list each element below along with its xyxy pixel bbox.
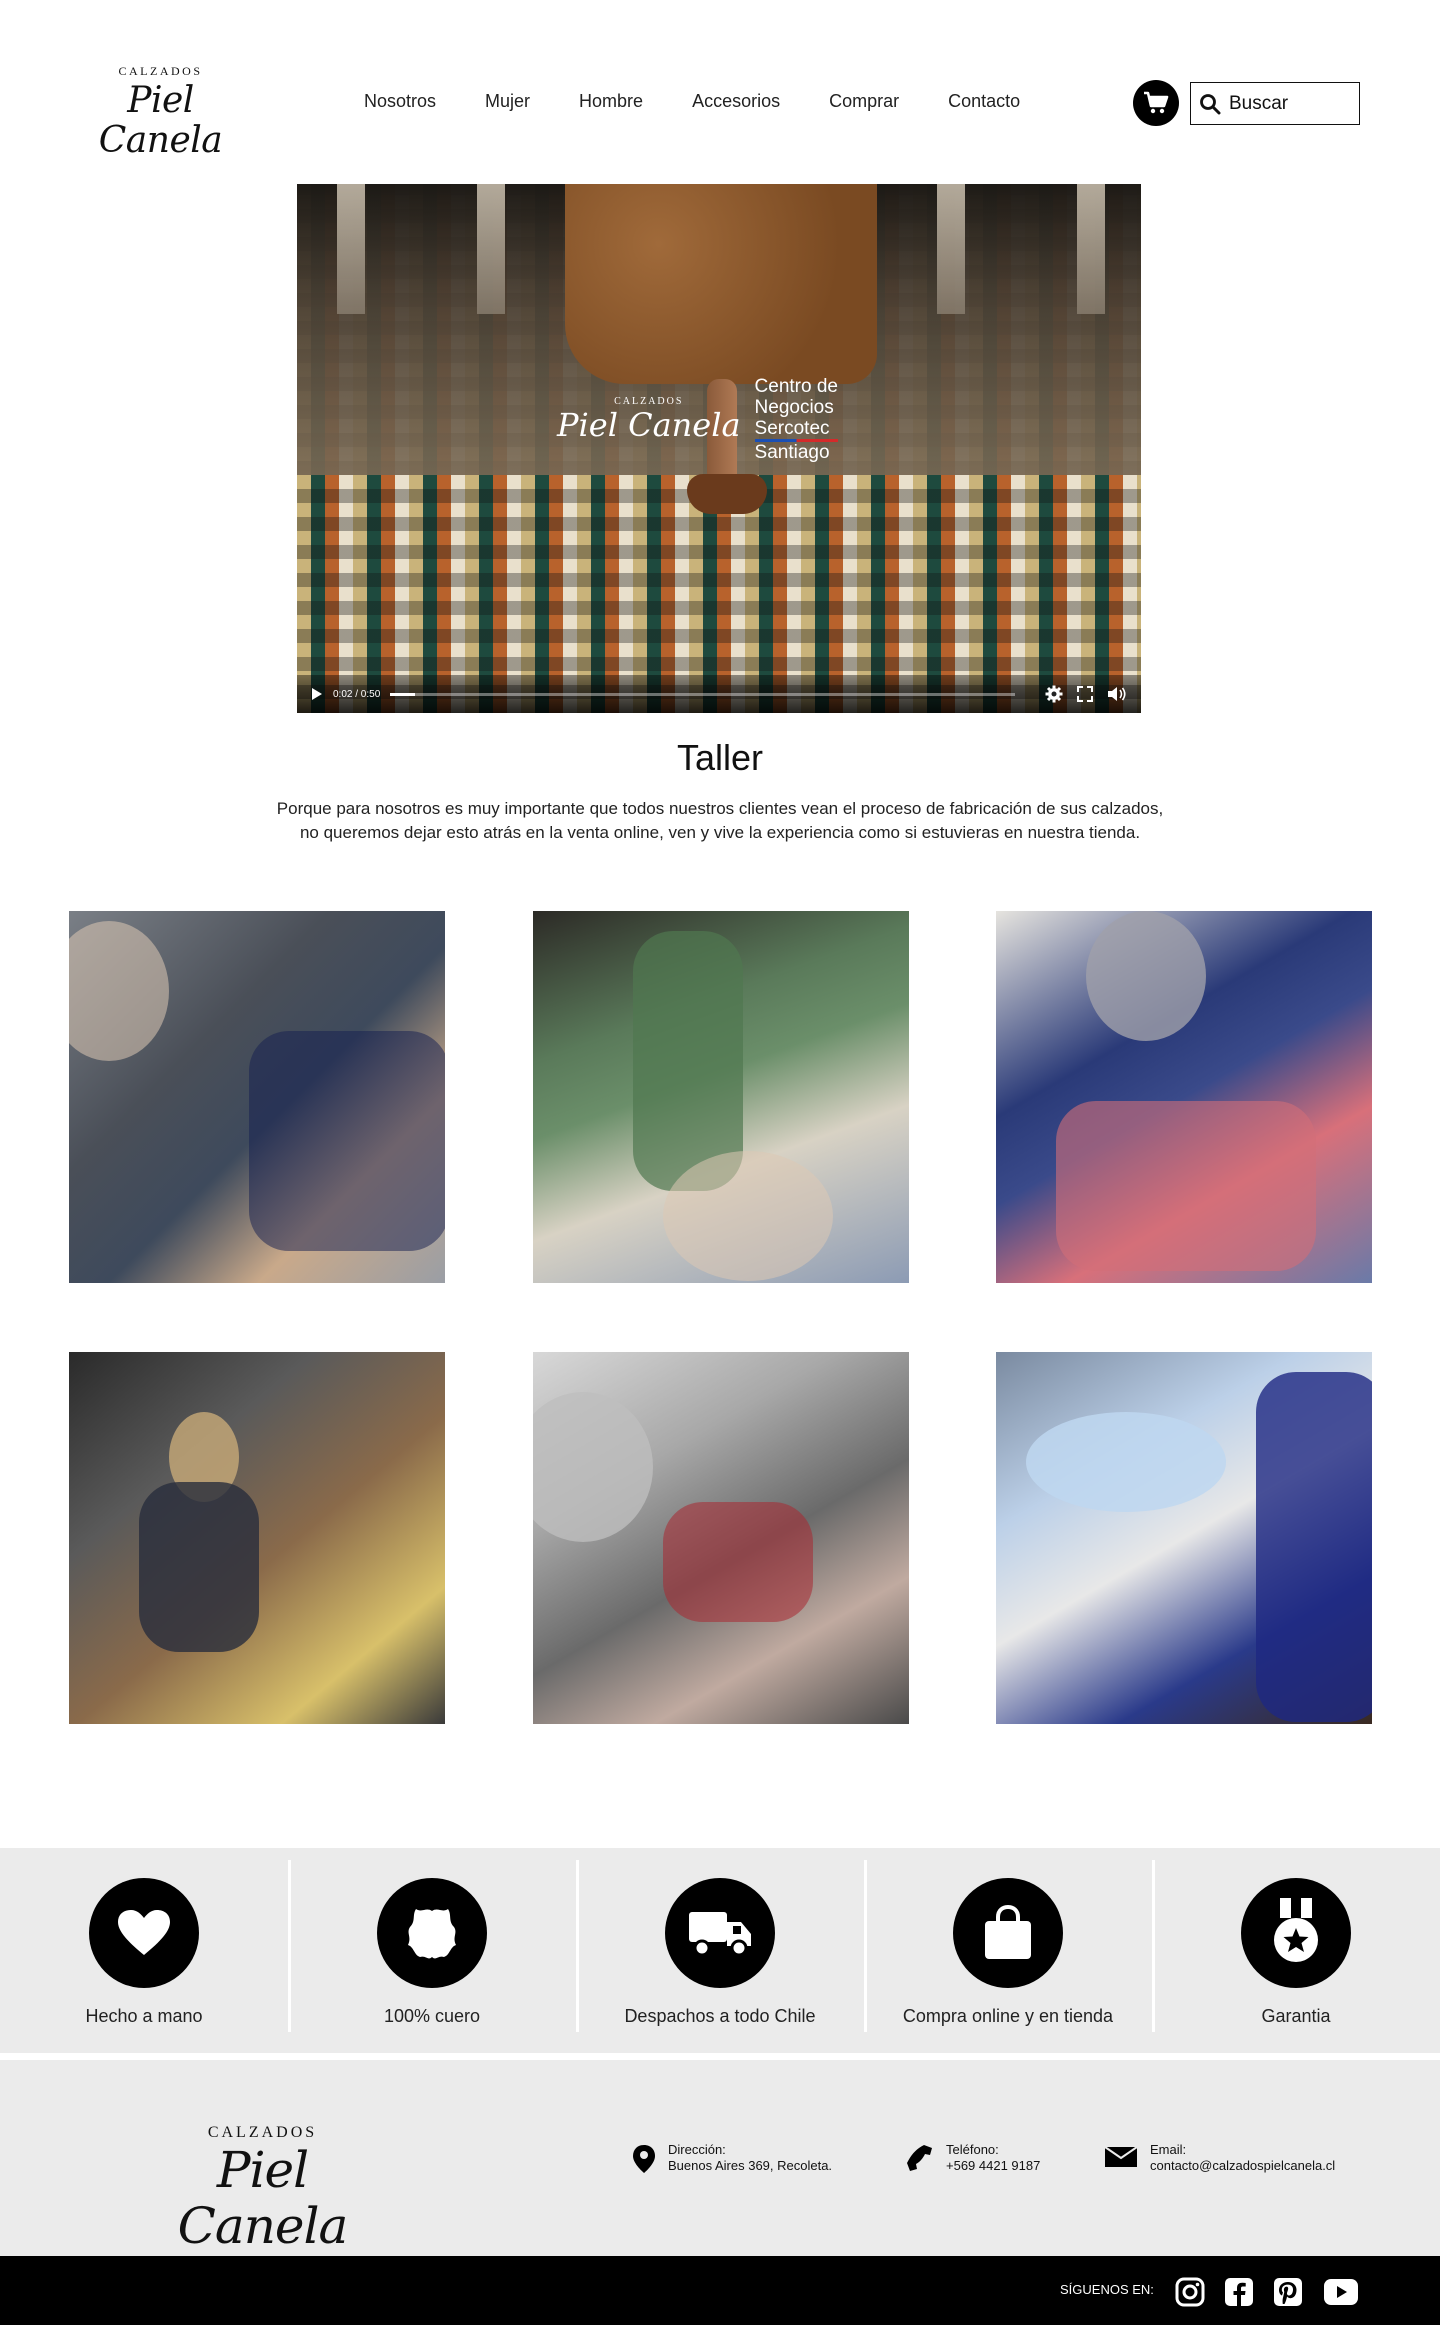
video-overlay-logo: CALZADOS Piel Canela [557,396,741,444]
phone-icon [907,2145,932,2171]
sandal-figure [687,474,767,514]
address-value: Buenos Aires 369, Recoleta. [668,2158,833,2173]
email-label: Email: [1150,2142,1187,2157]
footer-logo[interactable]: CALZADOS Piel Canela [140,2124,385,2254]
search-icon[interactable] [1199,93,1221,115]
site-header: CALZADOS Piel Canela Nosotros Mujer Homb… [0,0,1440,175]
contact-phone: Teléfono: +569 4421 9187 [906,2142,1040,2174]
facebook-link[interactable] [1223,2276,1255,2308]
feature-label: Hecho a mano [85,2006,203,2026]
feature-label: Despachos a todo Chile [624,2006,816,2026]
workshop-photo-stitching[interactable] [996,911,1372,1283]
features-bar: Hecho a mano 100% cuero Despachos a todo… [0,1848,1440,2053]
feature-label: Compra online y en tienda [902,2006,1114,2026]
logo-brand-text: Piel Canela [98,80,223,161]
feature-label: Garantia [1261,2006,1331,2026]
volume-button[interactable] [1107,686,1127,702]
contact-email: Email: contacto@calzadospielcanela.cl [1104,2142,1335,2174]
workshop-photo-machine-operator[interactable] [69,1352,445,1724]
email-value[interactable]: contacto@calzadospielcanela.cl [1150,2158,1335,2174]
social-bar: SÍGUENOS EN: [0,2256,1440,2325]
feature-warranty: Garantia [1152,1848,1440,2053]
main-nav: Nosotros Mujer Hombre Accesorios Comprar… [364,91,1069,112]
logo-calzados-text: CALZADOS [118,64,203,78]
cart-icon [1144,91,1169,114]
video-progress-fill [390,692,416,696]
leather-icon [408,1909,456,1959]
cart-button[interactable] [1133,80,1179,126]
address-label: Dirección: [668,2142,726,2157]
taller-description: Porque para nosotros es muy importante q… [276,799,1164,842]
workshop-photo-finishing-shoes[interactable] [996,1352,1372,1724]
instagram-icon [1175,2277,1205,2307]
workshop-photo-sewing-machine[interactable] [533,1352,909,1724]
phone-value[interactable]: +569 4421 9187 [946,2158,1040,2174]
facebook-icon [1225,2278,1253,2306]
nav-mujer[interactable]: Mujer [485,91,530,112]
volume-icon [1108,687,1126,701]
youtube-icon [1324,2279,1358,2305]
site-footer: CALZADOS Piel Canela Dirección: Buenos A… [0,2060,1440,2256]
envelope-icon [1104,2146,1138,2167]
feature-shipping: Despachos a todo Chile [576,1848,864,2053]
video-overlay-brand: CALZADOS Piel Canela Centro de Negocios … [557,376,857,463]
nav-accesorios[interactable]: Accesorios [692,91,780,112]
gear-icon [1045,685,1063,703]
fullscreen-button[interactable] [1077,686,1093,702]
dress-figure [565,184,877,384]
feature-handmade: Hecho a mano [0,1848,288,2053]
feature-label: 100% cuero [383,2006,481,2026]
instagram-link[interactable] [1174,2276,1206,2308]
site-logo[interactable]: CALZADOS Piel Canela [78,64,243,161]
heart-icon [118,1910,170,1955]
nav-hombre[interactable]: Hombre [579,91,643,112]
video-time: 0:02 / 0:50 [333,688,381,700]
footer-logo-brand: Piel Canela [177,2141,349,2255]
footer-logo-calzados: CALZADOS [207,2124,318,2141]
workshop-photo-press-machine[interactable] [533,911,909,1283]
nav-nosotros[interactable]: Nosotros [364,91,436,112]
shopping-bag-icon [985,1905,1031,1959]
play-icon[interactable] [311,687,323,701]
search-input[interactable] [1229,92,1349,115]
pinterest-icon [1274,2278,1302,2306]
video-controls: 0:02 / 0:50 [297,675,1141,713]
nav-comprar[interactable]: Comprar [829,91,899,112]
truck-icon [689,1912,751,1957]
contact-address: Dirección: Buenos Aires 369, Recoleta. [632,2142,832,2174]
nav-contacto[interactable]: Contacto [948,91,1020,112]
search-box [1190,82,1360,125]
video-progress-bar[interactable] [390,692,1015,696]
feature-leather: 100% cuero [288,1848,576,2053]
feature-online-store: Compra online y en tienda [864,1848,1152,2053]
taller-title: Taller [676,737,764,778]
youtube-link[interactable] [1322,2276,1360,2308]
sercotec-text: Centro de Negocios Sercotec Santiago [754,376,838,463]
fullscreen-icon [1077,686,1093,702]
map-pin-icon [633,2145,655,2173]
workshop-photo-cutting-leather[interactable] [69,911,445,1283]
medal-icon [1274,1898,1318,1962]
follow-us-label: SÍGUENOS EN: [1060,2282,1154,2297]
settings-button[interactable] [1045,685,1063,703]
pinterest-link[interactable] [1272,2276,1304,2308]
phone-label: Teléfono: [946,2142,999,2157]
promo-video[interactable]: CALZADOS Piel Canela Centro de Negocios … [297,184,1141,713]
